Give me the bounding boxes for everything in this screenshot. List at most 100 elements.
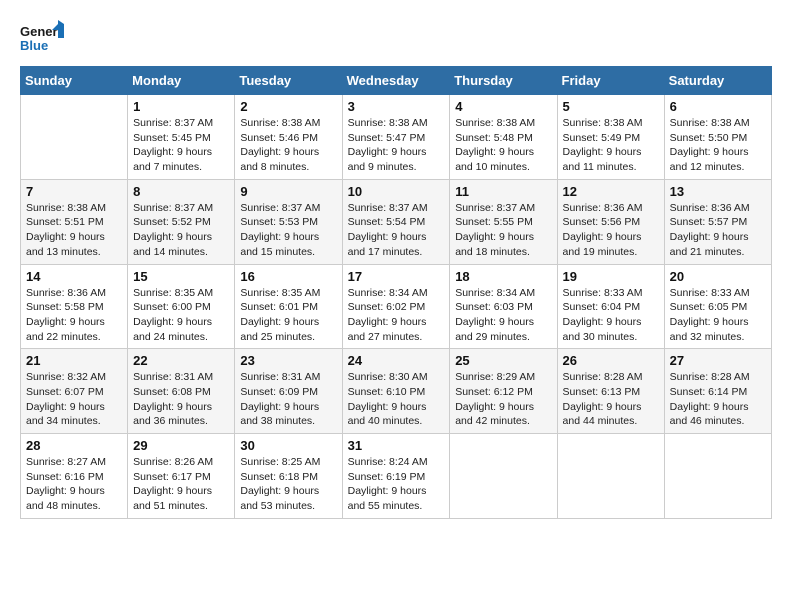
calendar-cell: 6 Sunrise: 8:38 AM Sunset: 5:50 PM Daylig… <box>664 95 771 180</box>
calendar-cell: 22 Sunrise: 8:31 AM Sunset: 6:08 PM Dayli… <box>128 349 235 434</box>
day-number: 26 <box>563 353 659 368</box>
day-info: Sunrise: 8:24 AM Sunset: 6:19 PM Dayligh… <box>348 455 445 514</box>
calendar-cell: 15 Sunrise: 8:35 AM Sunset: 6:00 PM Dayli… <box>128 264 235 349</box>
calendar-week-3: 14Sunrise: 8:36 AM Sunset: 5:58 PM Dayli… <box>21 264 772 349</box>
day-number: 5 <box>563 99 659 114</box>
calendar-cell: 16Sunrise: 8:35 AM Sunset: 6:01 PM Dayli… <box>235 264 342 349</box>
calendar-body: 1 Sunrise: 8:37 AM Sunset: 5:45 PM Daylig… <box>21 95 772 519</box>
day-info: Sunrise: 8:34 AM Sunset: 6:03 PM Dayligh… <box>455 286 551 345</box>
day-number: 30 <box>240 438 336 453</box>
day-info: Sunrise: 8:35 AM Sunset: 6:00 PM Dayligh… <box>133 286 229 345</box>
day-number: 4 <box>455 99 551 114</box>
day-info: Sunrise: 8:38 AM Sunset: 5:46 PM Dayligh… <box>240 116 336 175</box>
day-info: Sunrise: 8:29 AM Sunset: 6:12 PM Dayligh… <box>455 370 551 429</box>
calendar-cell: 13 Sunrise: 8:36 AM Sunset: 5:57 PM Dayli… <box>664 179 771 264</box>
day-number: 19 <box>563 269 659 284</box>
day-info: Sunrise: 8:31 AM Sunset: 6:09 PM Dayligh… <box>240 370 336 429</box>
calendar-week-5: 28 Sunrise: 8:27 AM Sunset: 6:16 PM Dayli… <box>21 434 772 519</box>
calendar-cell: 11 Sunrise: 8:37 AM Sunset: 5:55 PM Dayli… <box>450 179 557 264</box>
calendar-cell: 7 Sunrise: 8:38 AM Sunset: 5:51 PM Daylig… <box>21 179 128 264</box>
calendar-cell <box>557 434 664 519</box>
day-info: Sunrise: 8:36 AM Sunset: 5:56 PM Dayligh… <box>563 201 659 260</box>
calendar: SundayMondayTuesdayWednesdayThursdayFrid… <box>20 66 772 519</box>
day-info: Sunrise: 8:28 AM Sunset: 6:13 PM Dayligh… <box>563 370 659 429</box>
calendar-cell: 4Sunrise: 8:38 AM Sunset: 5:48 PM Daylig… <box>450 95 557 180</box>
day-info: Sunrise: 8:31 AM Sunset: 6:08 PM Dayligh… <box>133 370 229 429</box>
calendar-cell: 25 Sunrise: 8:29 AM Sunset: 6:12 PM Dayli… <box>450 349 557 434</box>
day-number: 1 <box>133 99 229 114</box>
page-header: General Blue <box>20 20 772 56</box>
day-number: 11 <box>455 184 551 199</box>
calendar-cell: 28 Sunrise: 8:27 AM Sunset: 6:16 PM Dayli… <box>21 434 128 519</box>
calendar-week-2: 7 Sunrise: 8:38 AM Sunset: 5:51 PM Daylig… <box>21 179 772 264</box>
calendar-cell: 21 Sunrise: 8:32 AM Sunset: 6:07 PM Dayli… <box>21 349 128 434</box>
day-info: Sunrise: 8:27 AM Sunset: 6:16 PM Dayligh… <box>26 455 122 514</box>
calendar-cell: 18Sunrise: 8:34 AM Sunset: 6:03 PM Dayli… <box>450 264 557 349</box>
day-info: Sunrise: 8:38 AM Sunset: 5:50 PM Dayligh… <box>670 116 766 175</box>
calendar-cell: 23 Sunrise: 8:31 AM Sunset: 6:09 PM Dayli… <box>235 349 342 434</box>
calendar-week-1: 1 Sunrise: 8:37 AM Sunset: 5:45 PM Daylig… <box>21 95 772 180</box>
day-info: Sunrise: 8:37 AM Sunset: 5:45 PM Dayligh… <box>133 116 229 175</box>
day-number: 6 <box>670 99 766 114</box>
day-info: Sunrise: 8:38 AM Sunset: 5:49 PM Dayligh… <box>563 116 659 175</box>
calendar-cell: 3Sunrise: 8:38 AM Sunset: 5:47 PM Daylig… <box>342 95 450 180</box>
calendar-cell <box>21 95 128 180</box>
calendar-cell: 9 Sunrise: 8:37 AM Sunset: 5:53 PM Daylig… <box>235 179 342 264</box>
calendar-cell <box>450 434 557 519</box>
day-number: 9 <box>240 184 336 199</box>
day-number: 28 <box>26 438 122 453</box>
day-info: Sunrise: 8:37 AM Sunset: 5:54 PM Dayligh… <box>348 201 445 260</box>
svg-text:Blue: Blue <box>20 38 48 53</box>
day-info: Sunrise: 8:36 AM Sunset: 5:57 PM Dayligh… <box>670 201 766 260</box>
calendar-cell: 10Sunrise: 8:37 AM Sunset: 5:54 PM Dayli… <box>342 179 450 264</box>
day-number: 25 <box>455 353 551 368</box>
day-info: Sunrise: 8:37 AM Sunset: 5:55 PM Dayligh… <box>455 201 551 260</box>
weekday-header-saturday: Saturday <box>664 67 771 95</box>
day-number: 22 <box>133 353 229 368</box>
day-info: Sunrise: 8:38 AM Sunset: 5:51 PM Dayligh… <box>26 201 122 260</box>
logo-icon: General Blue <box>20 20 64 56</box>
day-info: Sunrise: 8:37 AM Sunset: 5:52 PM Dayligh… <box>133 201 229 260</box>
weekday-header-wednesday: Wednesday <box>342 67 450 95</box>
weekday-header-row: SundayMondayTuesdayWednesdayThursdayFrid… <box>21 67 772 95</box>
day-info: Sunrise: 8:33 AM Sunset: 6:04 PM Dayligh… <box>563 286 659 345</box>
day-number: 12 <box>563 184 659 199</box>
calendar-cell: 26 Sunrise: 8:28 AM Sunset: 6:13 PM Dayli… <box>557 349 664 434</box>
calendar-cell: 31 Sunrise: 8:24 AM Sunset: 6:19 PM Dayli… <box>342 434 450 519</box>
day-info: Sunrise: 8:30 AM Sunset: 6:10 PM Dayligh… <box>348 370 445 429</box>
day-number: 13 <box>670 184 766 199</box>
day-number: 27 <box>670 353 766 368</box>
day-number: 21 <box>26 353 122 368</box>
day-number: 24 <box>348 353 445 368</box>
calendar-cell: 27Sunrise: 8:28 AM Sunset: 6:14 PM Dayli… <box>664 349 771 434</box>
day-number: 8 <box>133 184 229 199</box>
calendar-cell: 1 Sunrise: 8:37 AM Sunset: 5:45 PM Daylig… <box>128 95 235 180</box>
day-number: 17 <box>348 269 445 284</box>
day-info: Sunrise: 8:26 AM Sunset: 6:17 PM Dayligh… <box>133 455 229 514</box>
calendar-cell: 8 Sunrise: 8:37 AM Sunset: 5:52 PM Daylig… <box>128 179 235 264</box>
weekday-header-monday: Monday <box>128 67 235 95</box>
calendar-cell: 29 Sunrise: 8:26 AM Sunset: 6:17 PM Dayli… <box>128 434 235 519</box>
day-number: 15 <box>133 269 229 284</box>
day-number: 7 <box>26 184 122 199</box>
day-number: 20 <box>670 269 766 284</box>
day-number: 23 <box>240 353 336 368</box>
calendar-cell: 19 Sunrise: 8:33 AM Sunset: 6:04 PM Dayli… <box>557 264 664 349</box>
calendar-cell: 30 Sunrise: 8:25 AM Sunset: 6:18 PM Dayli… <box>235 434 342 519</box>
logo: General Blue <box>20 20 64 56</box>
day-number: 29 <box>133 438 229 453</box>
calendar-cell: 20 Sunrise: 8:33 AM Sunset: 6:05 PM Dayli… <box>664 264 771 349</box>
calendar-cell: 12 Sunrise: 8:36 AM Sunset: 5:56 PM Dayli… <box>557 179 664 264</box>
day-info: Sunrise: 8:25 AM Sunset: 6:18 PM Dayligh… <box>240 455 336 514</box>
calendar-cell: 17Sunrise: 8:34 AM Sunset: 6:02 PM Dayli… <box>342 264 450 349</box>
calendar-cell: 5 Sunrise: 8:38 AM Sunset: 5:49 PM Daylig… <box>557 95 664 180</box>
day-info: Sunrise: 8:33 AM Sunset: 6:05 PM Dayligh… <box>670 286 766 345</box>
day-info: Sunrise: 8:37 AM Sunset: 5:53 PM Dayligh… <box>240 201 336 260</box>
weekday-header-thursday: Thursday <box>450 67 557 95</box>
day-info: Sunrise: 8:35 AM Sunset: 6:01 PM Dayligh… <box>240 286 336 345</box>
day-info: Sunrise: 8:32 AM Sunset: 6:07 PM Dayligh… <box>26 370 122 429</box>
day-number: 31 <box>348 438 445 453</box>
calendar-week-4: 21 Sunrise: 8:32 AM Sunset: 6:07 PM Dayli… <box>21 349 772 434</box>
weekday-header-tuesday: Tuesday <box>235 67 342 95</box>
day-info: Sunrise: 8:38 AM Sunset: 5:47 PM Dayligh… <box>348 116 445 175</box>
